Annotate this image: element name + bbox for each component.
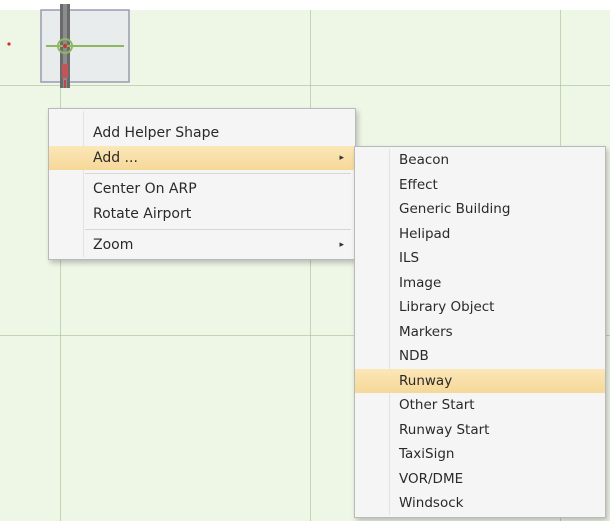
submenu-item-library-object[interactable]: Library Object	[355, 295, 605, 320]
submenu-item-beacon[interactable]: Beacon	[355, 148, 605, 173]
menu-item-label: NDB	[399, 348, 429, 364]
menu-separator	[85, 173, 351, 174]
submenu-item-taxisign[interactable]: TaxiSign	[355, 442, 605, 467]
submenu-item-effect[interactable]: Effect	[355, 173, 605, 198]
menu-item-label: Rotate Airport	[93, 205, 192, 222]
submenu-item-helipad[interactable]: Helipad	[355, 222, 605, 247]
menu-item-label: Other Start	[399, 397, 475, 413]
menu-item-label: Add Helper Shape	[93, 125, 220, 141]
submenu-arrow-icon: ▸	[339, 152, 344, 163]
airport-runway-shape[interactable]	[40, 4, 130, 88]
submenu-item-runway-start[interactable]: Runway Start	[355, 418, 605, 443]
menu-item-label: Markers	[399, 323, 453, 340]
submenu-item-markers[interactable]: Markers	[355, 320, 605, 345]
submenu-item-windsock[interactable]: Windsock	[355, 491, 605, 516]
menu-item-center-on-arp[interactable]: Center On ARP	[49, 177, 355, 202]
menu-item-label: Runway	[399, 372, 453, 389]
context-menu: Add Helper Shape Add ... ▸ Center On ARP…	[48, 108, 356, 260]
menu-item-label: Helipad	[399, 225, 451, 242]
airport-map-canvas[interactable]: Add Helper Shape Add ... ▸ Center On ARP…	[0, 0, 610, 521]
menu-item-label: ILS	[399, 250, 420, 266]
menu-item-label: Beacon	[399, 152, 450, 168]
menu-item-add[interactable]: Add ... ▸	[49, 145, 355, 170]
menu-item-label: Windsock	[399, 495, 464, 511]
menu-item-label: Image	[399, 274, 442, 291]
menu-item-label: Center On ARP	[93, 181, 197, 197]
menu-item-add-helper-shape[interactable]: Add Helper Shape	[49, 121, 355, 146]
menu-item-label: Add ...	[93, 149, 138, 166]
menu-item-label: Effect	[399, 176, 438, 193]
map-marker-icon	[7, 42, 11, 46]
menu-item-rotate-airport[interactable]: Rotate Airport	[49, 202, 355, 227]
submenu-item-other-start[interactable]: Other Start	[355, 393, 605, 418]
menu-item-label: TaxiSign	[399, 446, 455, 462]
submenu-item-generic-building[interactable]: Generic Building	[355, 197, 605, 222]
menu-item-label: VOR/DME	[399, 470, 464, 487]
submenu-item-runway[interactable]: Runway	[355, 368, 605, 393]
submenu-arrow-icon: ▸	[339, 240, 344, 250]
add-submenu: Beacon Effect Generic Building Helipad I…	[354, 146, 606, 518]
menu-item-label: Zoom	[93, 237, 134, 253]
airport-runway-icon	[40, 4, 130, 88]
submenu-item-ils[interactable]: ILS	[355, 246, 605, 271]
submenu-item-vor-dme[interactable]: VOR/DME	[355, 467, 605, 492]
menu-item-label: Runway Start	[399, 421, 490, 438]
submenu-item-image[interactable]: Image	[355, 271, 605, 296]
menu-item-label: Generic Building	[399, 201, 511, 217]
submenu-item-ndb[interactable]: NDB	[355, 344, 605, 369]
menu-item-label: Library Object	[399, 299, 495, 315]
menu-item-zoom[interactable]: Zoom ▸	[49, 233, 355, 258]
menu-separator	[85, 229, 351, 230]
